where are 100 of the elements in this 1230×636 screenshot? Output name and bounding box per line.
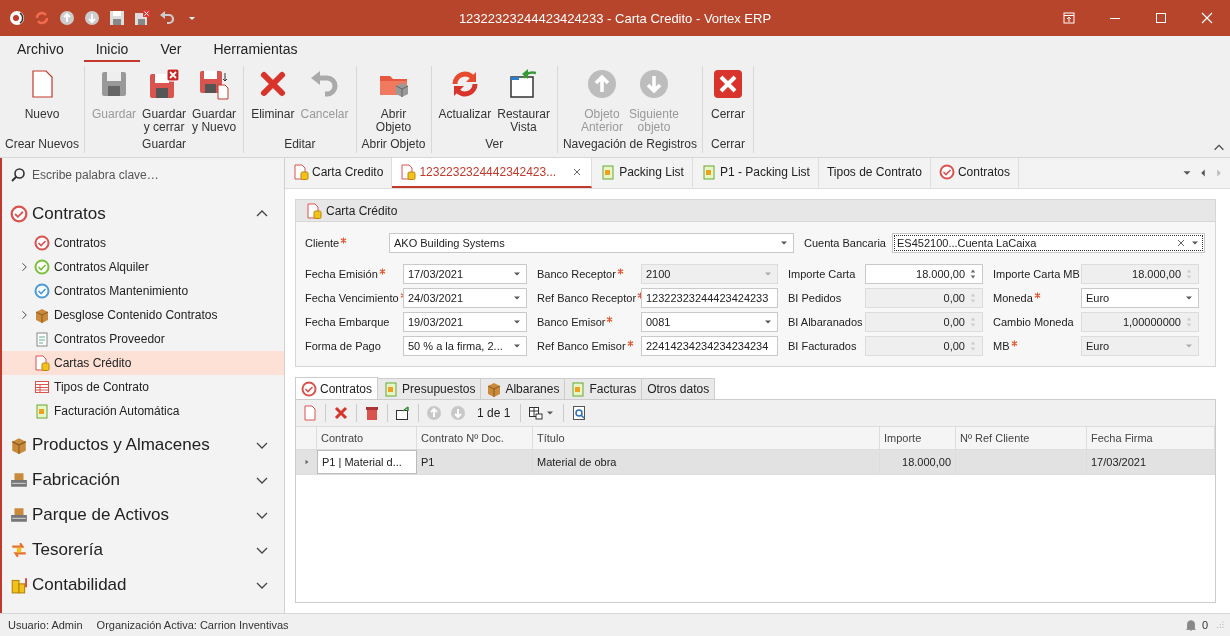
ledger-icon xyxy=(700,164,717,180)
document-tab[interactable]: P1 - Packing List xyxy=(692,158,819,188)
save-new-icon xyxy=(198,68,231,100)
save-close-icon[interactable] xyxy=(134,10,150,26)
ledger-icon xyxy=(570,381,587,397)
exchange-icon xyxy=(10,540,28,559)
ribbon-tab[interactable]: Archivo xyxy=(5,41,76,62)
dropdown-field[interactable]: AKO Building Systems xyxy=(389,233,794,253)
sidebar-item[interactable]: Contratos Mantenimiento xyxy=(2,279,284,303)
group-label: Editar xyxy=(284,137,316,153)
ribbon-tab[interactable]: Ver xyxy=(148,41,194,62)
ribbon-button[interactable]: Cerrar xyxy=(708,66,748,137)
required-icon xyxy=(626,340,634,347)
field-label: Ref Banco Receptor xyxy=(537,292,637,304)
sidebar-section[interactable]: Parque de Activos xyxy=(2,497,284,532)
emblem-icon xyxy=(301,380,317,397)
close-icon xyxy=(1199,10,1215,26)
dropdown-field[interactable]: Euro xyxy=(1081,288,1199,308)
delete-button[interactable] xyxy=(332,404,350,422)
number-field[interactable]: 18.000,00 xyxy=(865,264,983,284)
text-field[interactable]: 22414234234234234234 xyxy=(641,336,778,356)
group-label: Ver xyxy=(485,137,504,153)
coins-icon xyxy=(10,575,28,594)
tab[interactable]: Contratos xyxy=(295,377,379,399)
box-icon xyxy=(34,307,50,323)
dropdown-field[interactable]: 50 % a la firma, 2... xyxy=(403,336,527,356)
dropdown-field[interactable]: 0081 xyxy=(641,312,778,332)
sidebar-item[interactable]: Contratos Proveedor xyxy=(2,327,284,351)
sidebar-section[interactable]: Contabilidad xyxy=(2,567,284,602)
dropdown-field[interactable]: 17/03/2021 xyxy=(403,264,527,284)
column-header[interactable]: Título xyxy=(537,432,565,444)
dropdown-field[interactable]: 19/03/2021 xyxy=(403,312,527,332)
table-cell: Material de obra xyxy=(537,456,617,468)
lookup-field[interactable]: ES452100...Cuenta LaCaixa xyxy=(892,233,1205,253)
group-label: Guardar xyxy=(142,137,187,153)
undo-icon[interactable] xyxy=(159,10,175,26)
sidebar-item[interactable]: Tipos de Contrato xyxy=(2,375,284,399)
clear-icon[interactable] xyxy=(1175,237,1187,249)
column-header[interactable]: Importe xyxy=(884,432,922,444)
window-arrow-icon xyxy=(395,405,411,421)
table-cell: P1 xyxy=(421,456,435,468)
ribbon-button[interactable]: Guardar y cerrar xyxy=(140,66,189,137)
save-icon[interactable] xyxy=(109,10,125,26)
document-tab[interactable]: Tipos de Contrato xyxy=(818,158,931,188)
document-tab[interactable]: Contratos xyxy=(930,158,1019,188)
dropdown-field[interactable]: 24/03/2021 xyxy=(403,288,527,308)
text-field[interactable]: 12322323244423424233 xyxy=(641,288,778,308)
ribbon-button[interactable]: Restaurar Vista xyxy=(495,66,552,137)
field-label: Banco Emisor xyxy=(537,316,606,328)
app-logo-icon[interactable] xyxy=(9,10,25,26)
field-label: BI Facturados xyxy=(788,340,857,352)
panel-title: Carta Crédito xyxy=(326,203,398,218)
search-field[interactable]: Escribe palabra clave… xyxy=(30,167,284,183)
ribbon-tab[interactable]: Herramientas xyxy=(201,41,310,62)
ribbon-tab[interactable]: Inicio xyxy=(83,41,141,62)
ribbon-button[interactable]: Actualizar xyxy=(436,66,494,137)
column-header[interactable]: Contrato xyxy=(321,432,364,444)
column-header[interactable]: Nº Ref Cliente xyxy=(960,432,1030,444)
document-tab[interactable]: 1232232324442342423... xyxy=(392,158,593,188)
clipboard-icon xyxy=(34,331,50,347)
notification-count: 0 xyxy=(1201,619,1208,631)
sidebar-item[interactable]: Cartas Crédito xyxy=(2,351,284,375)
ledger-icon xyxy=(600,164,617,180)
bell-icon[interactable] xyxy=(1183,618,1198,632)
ribbon-button[interactable]: Guardar y Nuevo xyxy=(190,66,239,137)
table-row[interactable]: P1 | Material d... P1 Material de obra 18.000,00 17/03/2021 xyxy=(296,450,1215,475)
group-label: Crear Nuevos xyxy=(5,137,80,153)
document-coins-icon xyxy=(306,202,322,219)
ribbon-button[interactable]: Eliminar xyxy=(249,66,297,137)
group-label: Abrir Objeto xyxy=(361,137,426,153)
tab[interactable]: Facturas xyxy=(564,378,643,399)
record-counter: 1 de 1 xyxy=(476,406,512,420)
document-icon xyxy=(302,405,318,421)
export-button[interactable] xyxy=(394,404,412,422)
sidebar-section[interactable]: Productos y Almacenes xyxy=(2,427,284,462)
field-label: Fecha Embarque xyxy=(305,316,390,328)
layout-icon xyxy=(528,405,545,421)
tab[interactable]: Otros datos xyxy=(641,378,716,399)
emblem-icon xyxy=(10,204,28,223)
ribbon-button[interactable]: Nuevo xyxy=(22,66,62,137)
box-icon xyxy=(486,381,503,397)
remove-button[interactable] xyxy=(363,404,381,422)
field-label: Forma de Pago xyxy=(305,340,381,352)
sidebar-item[interactable]: Desglose Contenido Contratos xyxy=(2,303,284,327)
table-cell: P1 | Material d... xyxy=(322,456,402,468)
sidebar-section[interactable]: Fabricación xyxy=(2,462,284,497)
tab[interactable]: Albaranes xyxy=(480,378,566,399)
sidebar-section[interactable]: Tesorería xyxy=(2,532,284,567)
emblem-icon xyxy=(34,283,50,299)
document-tab[interactable]: Packing List xyxy=(592,158,693,188)
column-header[interactable]: Contrato Nº Doc. xyxy=(421,432,504,444)
column-header[interactable]: Fecha Firma xyxy=(1091,432,1153,444)
sidebar-item[interactable]: Contratos xyxy=(2,231,284,255)
sidebar-item[interactable]: Contratos Alquiler xyxy=(2,255,284,279)
field-label: Fecha Vencimiento xyxy=(305,292,399,304)
sidebar-item[interactable]: Facturación Automática xyxy=(2,399,284,423)
required-icon xyxy=(1010,340,1018,347)
ribbon-button[interactable]: Abrir Objeto xyxy=(373,66,414,137)
tab[interactable]: Presupuestos xyxy=(377,378,482,399)
sidebar-section[interactable]: Contratos xyxy=(2,196,284,231)
